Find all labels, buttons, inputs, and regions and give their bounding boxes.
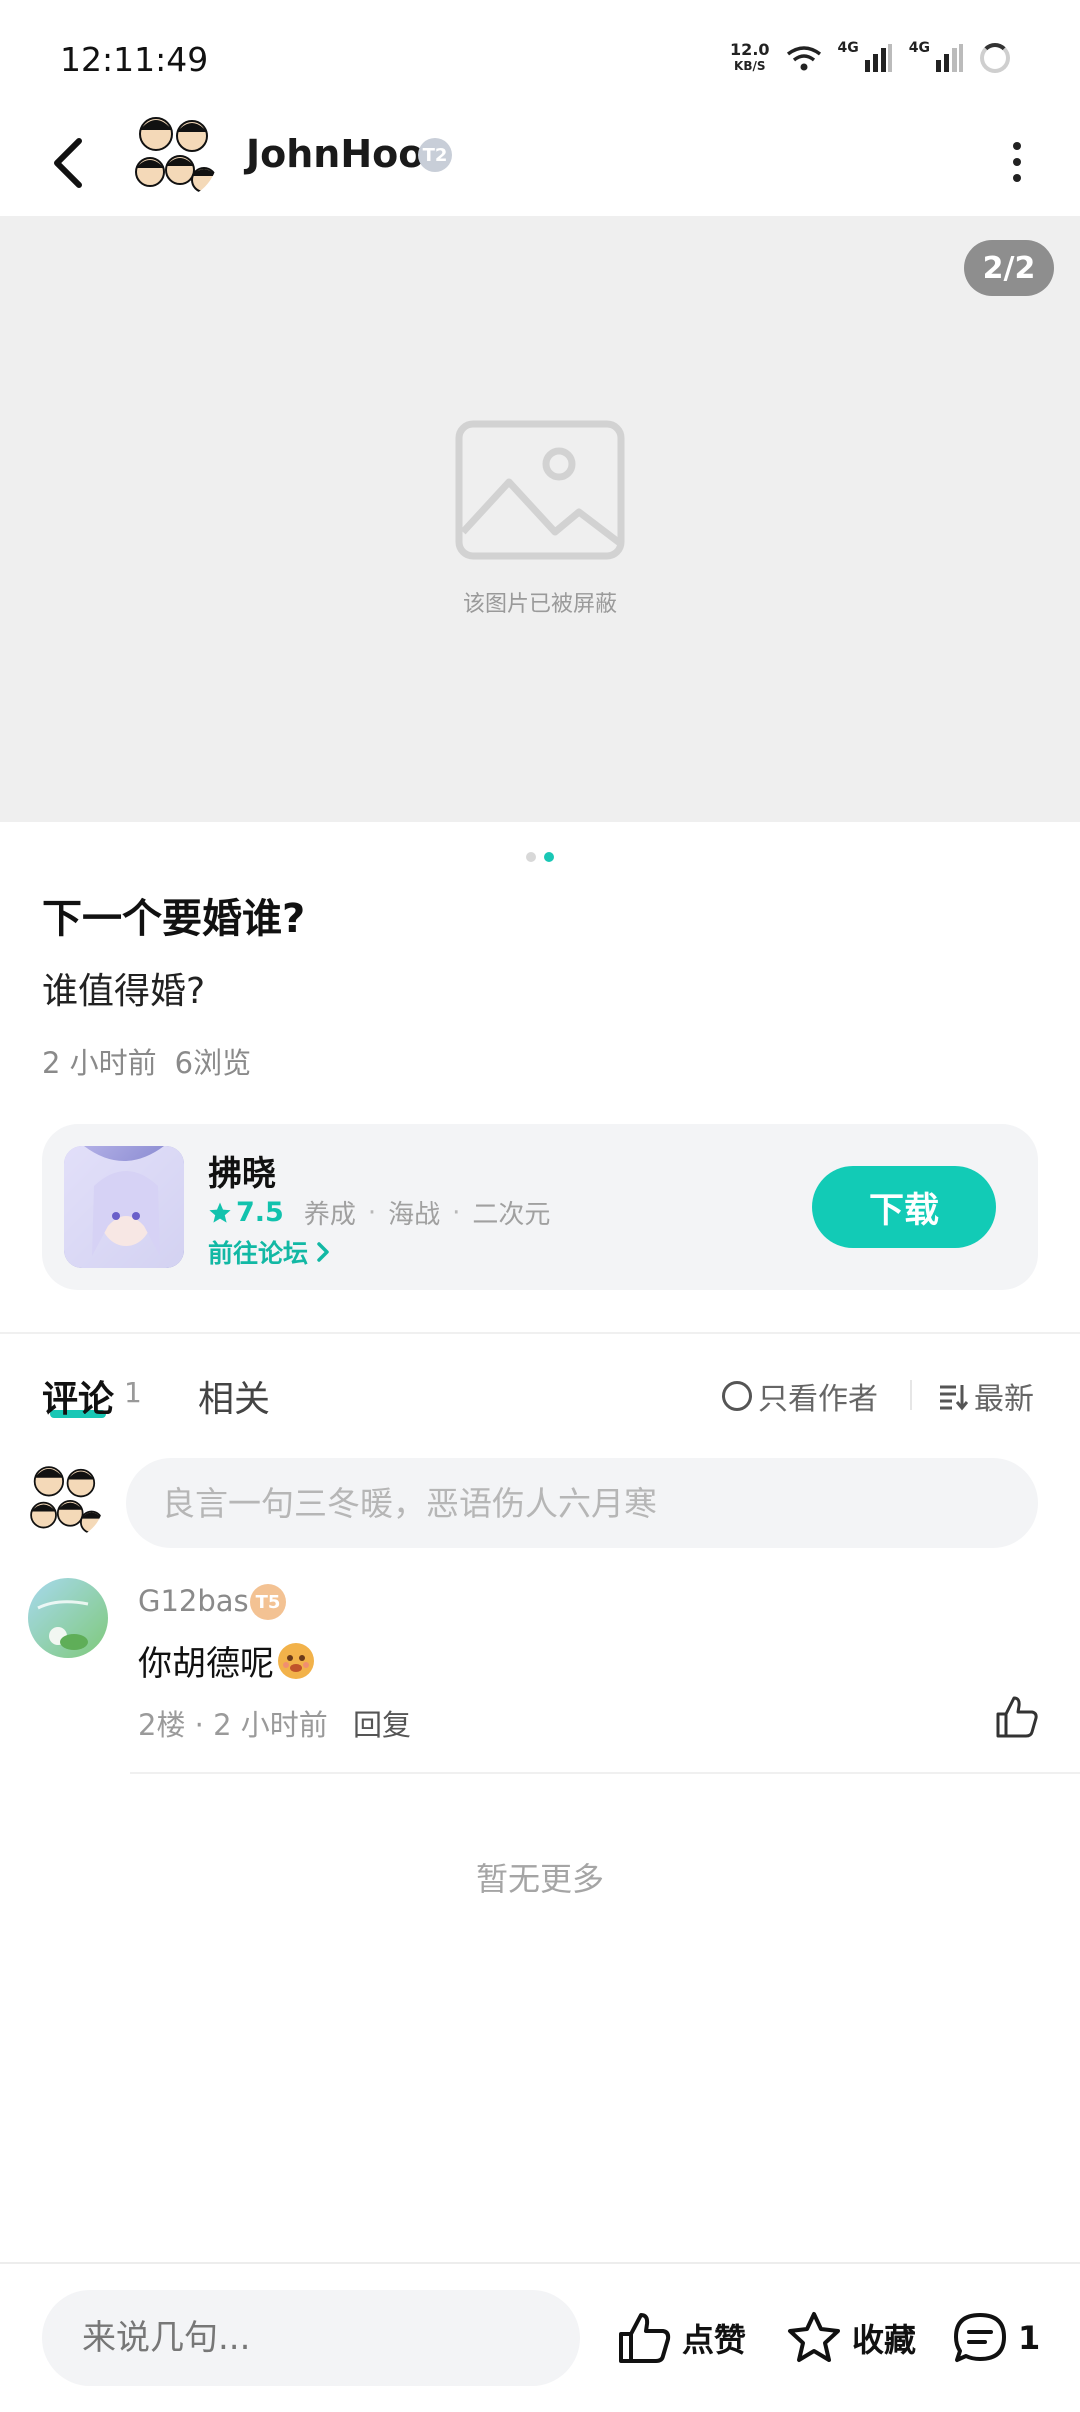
avatar-image: [24, 1460, 104, 1540]
commenter-level-badge: T5: [250, 1584, 286, 1620]
chevron-right-icon: [317, 1242, 329, 1262]
comment-divider: [130, 1772, 1080, 1774]
post-meta: 2 小时前 6浏览: [42, 1040, 251, 1082]
thumbs-up-icon: [619, 2313, 671, 2363]
game-name: 拂晓: [208, 1154, 276, 1194]
post-time: 2 小时前: [42, 1046, 157, 1080]
net-speed-value: 12.0: [730, 40, 770, 59]
no-more-text: 暂无更多: [475, 1860, 604, 1898]
star-icon: [209, 1202, 231, 1223]
comment-text-content: 你胡德呢: [138, 1644, 274, 1684]
signal2-label: 4G: [908, 40, 930, 56]
comments-button[interactable]: 1: [952, 2306, 1040, 2370]
status-icons: 12.0 KB/S 4G 4G: [730, 38, 1010, 78]
game-tag: 养成: [303, 1200, 356, 1230]
pager-dot: [526, 852, 536, 862]
thumbs-up-icon[interactable]: [994, 1694, 1040, 1740]
comment-input[interactable]: [126, 1458, 1038, 1548]
favorite-button[interactable]: 收藏: [786, 2306, 916, 2370]
game-card[interactable]: 拂晓 7.5 养成 · 海战 · 二次元 前往论坛 下载: [42, 1124, 1038, 1290]
author-only-label: 只看作者: [758, 1382, 878, 1417]
radio-circle-icon: [722, 1381, 752, 1411]
go-to-forum-link[interactable]: 前往论坛: [208, 1234, 330, 1270]
back-arrow-icon: [54, 138, 82, 188]
sort-icon: [940, 1385, 968, 1411]
comment-count: 1: [1018, 2319, 1041, 2357]
author-only-toggle[interactable]: 只看作者: [722, 1374, 878, 1418]
like-label: 点赞: [682, 2321, 747, 2359]
section-divider: [0, 1332, 1080, 1334]
comment-bubble-icon: [954, 2313, 1006, 2362]
post-body: 谁值得婚?: [42, 971, 206, 1012]
status-time: 12:11:49: [60, 40, 209, 79]
back-button[interactable]: [40, 128, 96, 198]
commenter-avatar[interactable]: [28, 1578, 108, 1658]
net-speed: 12.0 KB/S: [730, 42, 769, 74]
comment-text: 你胡德呢: [138, 1636, 314, 1685]
author-avatar[interactable]: [128, 110, 218, 200]
game-icon: [64, 1146, 184, 1268]
game-icon-image: [64, 1146, 184, 1268]
like-button[interactable]: 点赞: [616, 2306, 746, 2370]
avatar-image: [128, 110, 218, 200]
download-button[interactable]: 下载: [812, 1166, 996, 1248]
tab-related[interactable]: 相关: [198, 1370, 270, 1422]
loading-icon: [980, 43, 1010, 73]
image-blocked-icon: [455, 420, 625, 560]
commenter-username[interactable]: G12bas: [138, 1584, 249, 1618]
more-vertical-icon: [1013, 142, 1021, 150]
game-tag: 海战: [388, 1200, 441, 1230]
game-tag: 二次元: [472, 1200, 551, 1230]
status-bar: 12:11:49 12.0 KB/S 4G 4G: [0, 0, 1080, 110]
current-user-avatar: [24, 1460, 104, 1540]
avatar-image: [28, 1578, 108, 1658]
comment-time: 2 小时前: [213, 1708, 328, 1742]
signal1-label: 4G: [837, 40, 859, 56]
wifi-icon: [786, 46, 821, 71]
post-title: 下一个要婚谁?: [42, 896, 306, 942]
post-image-viewer[interactable]: 2/2 该图片已被屏蔽: [0, 216, 1080, 822]
tag-separator: ·: [452, 1197, 461, 1228]
more-vertical-icon: [1013, 158, 1021, 166]
image-page-counter: 2/2: [964, 240, 1054, 296]
game-rating-row: 7.5 养成 · 海战 · 二次元: [208, 1194, 550, 1231]
signal-icon: [864, 44, 892, 72]
more-vertical-icon: [1013, 174, 1021, 182]
post-header: JohnHoo T2: [0, 110, 1080, 216]
emoji-icon: [278, 1642, 314, 1679]
image-blocked-text: 该图片已被屏蔽: [462, 592, 617, 617]
comment-floor: 2楼: [138, 1708, 186, 1742]
tab-comments[interactable]: 评论: [42, 1370, 114, 1422]
author-level-badge: T2: [418, 138, 452, 172]
signal-icon: [936, 44, 963, 72]
comment-meta: 2楼 · 2 小时前 回复: [138, 1702, 411, 1744]
game-rating-value: 7.5: [236, 1197, 284, 1228]
sort-label: 最新: [974, 1382, 1034, 1417]
more-options-button[interactable]: [992, 132, 1042, 192]
forum-link-label: 前往论坛: [208, 1239, 309, 1268]
tag-separator: ·: [367, 1197, 377, 1228]
author-username[interactable]: JohnHoo: [246, 132, 424, 176]
net-speed-unit: KB/S: [734, 59, 766, 73]
pager-dot-active: [544, 852, 554, 862]
post-views: 6浏览: [174, 1046, 252, 1080]
meta-separator: ·: [194, 1708, 214, 1742]
star-outline-icon: [788, 2312, 840, 2362]
filter-separator: [910, 1380, 912, 1410]
reply-button[interactable]: 回复: [353, 1708, 411, 1742]
bottom-bar-divider: [0, 2262, 1080, 2264]
favorite-label: 收藏: [852, 2321, 917, 2359]
image-pager-dots: [0, 852, 1080, 862]
comments-count: 1: [124, 1376, 142, 1409]
sort-newest-button[interactable]: 最新: [938, 1374, 1034, 1418]
bottom-comment-input[interactable]: [42, 2290, 580, 2386]
